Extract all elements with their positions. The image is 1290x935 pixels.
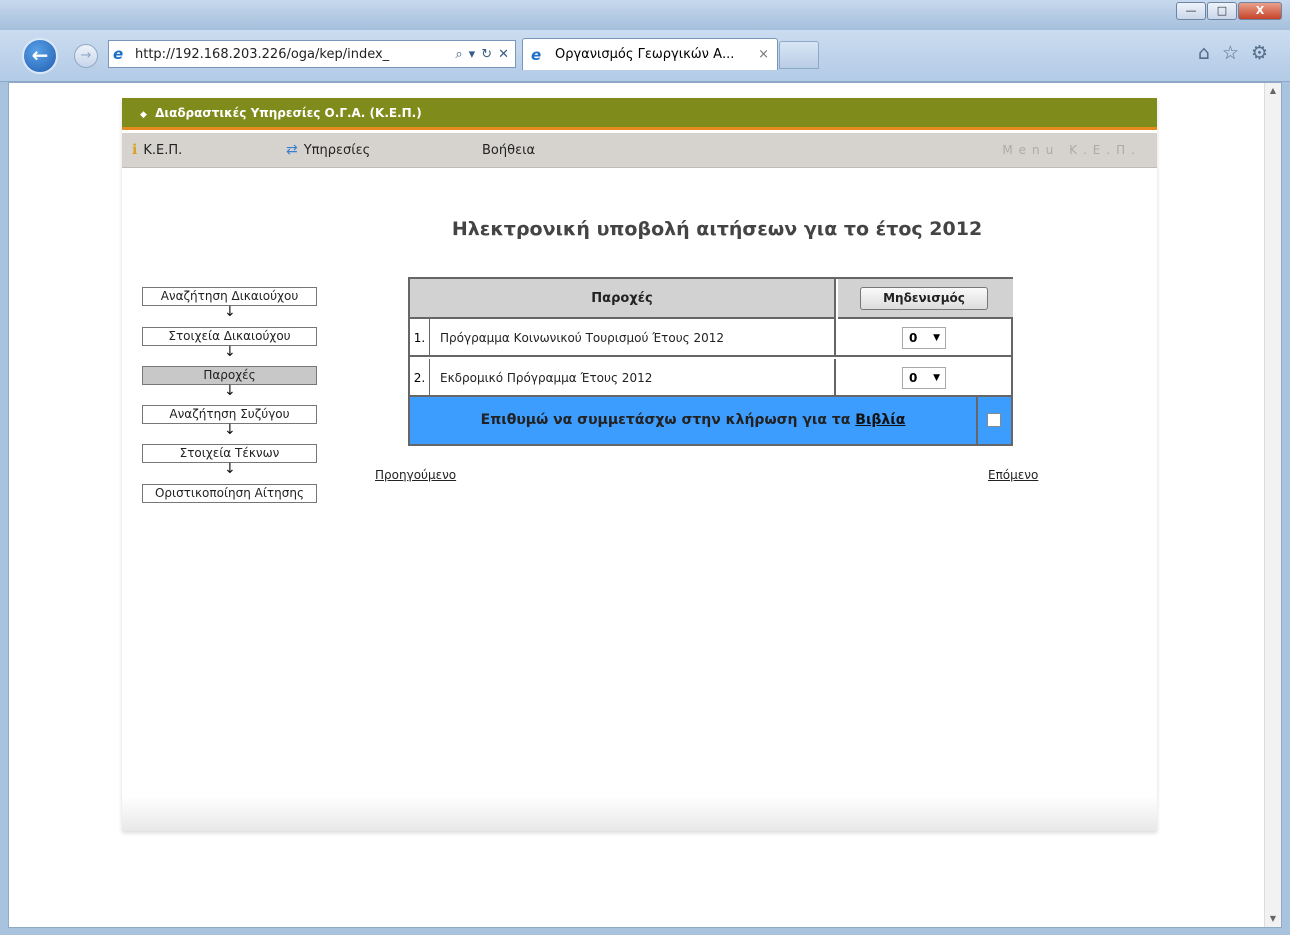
table-row: 1. Πρόγραμμα Κοινωνικού Τουρισμού Έτους … [410, 319, 1011, 357]
menu-item-help[interactable]: Βοήθεια [482, 133, 535, 168]
lottery-checkbox[interactable] [987, 413, 1001, 427]
stop-icon[interactable]: ✕ [498, 47, 509, 62]
previous-link[interactable]: Προηγούμενο [375, 468, 456, 482]
menu-brand: Menu Κ.Ε.Π. [1002, 143, 1141, 157]
row-label: Πρόγραμμα Κοινωνικού Τουρισμού Έτους 201… [440, 331, 725, 345]
benefits-table: Παροχές Μηδενισμός 1. Πρόγραμμα Κοινωνικ… [408, 277, 1013, 446]
new-tab-button[interactable] [779, 41, 819, 69]
menu-label-services: Υπηρεσίες [303, 143, 371, 158]
vertical-scrollbar[interactable]: ▲ ▼ [1264, 83, 1281, 927]
menu-label-kep: Κ.Ε.Π. [143, 143, 183, 158]
lottery-row: Επιθυμώ να συμμετάσχω στην κλήρωση για τ… [410, 397, 1011, 444]
menu-item-kep[interactable]: ℹ Κ.Ε.Π. [132, 133, 182, 168]
header-bullet-icon: ◆ [140, 110, 147, 120]
select-value: 0 [909, 371, 918, 385]
ie-page-icon: e [113, 45, 124, 63]
row-number: 1. [410, 319, 430, 355]
row-select-cell: 0 ▼ [834, 359, 1011, 395]
chevron-down-icon: ▼ [933, 373, 940, 383]
step-arrow-icon: ↓ [224, 383, 236, 399]
table-row: 2. Εκδρομικό Πρόγραμμα Έτους 2012 0 ▼ [410, 359, 1011, 397]
gear-icon[interactable]: ⚙ [1251, 42, 1268, 64]
minimize-button[interactable]: — [1176, 2, 1206, 20]
tab-favicon-icon: e [531, 45, 542, 64]
scroll-up-icon[interactable]: ▲ [1265, 83, 1281, 99]
menu-label-help: Βοήθεια [482, 143, 536, 158]
step-arrow-icon: ↓ [224, 344, 236, 360]
address-actions: ⌕ ▾ ↻ ✕ [455, 47, 515, 62]
services-icon: ⇄ [286, 142, 298, 158]
lottery-check-cell [976, 397, 1011, 444]
chevron-down-icon: ▼ [933, 333, 940, 343]
next-link[interactable]: Επόμενο [988, 468, 1038, 482]
window-titlebar: — □ X [0, 0, 1290, 30]
search-icon[interactable]: ⌕ [455, 47, 462, 62]
page-viewport: ▲ ▼ ◆ Διαδραστικές Υπηρεσίες Ο.Γ.Α. (Κ.Ε… [8, 82, 1282, 928]
address-bar[interactable]: e http://192.168.203.226/oga/kep/index_ … [108, 40, 516, 68]
close-window-button[interactable]: X [1238, 2, 1282, 20]
benefits-column-header: Παροχές [410, 279, 836, 319]
scroll-down-icon[interactable]: ▼ [1265, 911, 1281, 927]
lottery-label: Επιθυμώ να συμμετάσχω στην κλήρωση για τ… [480, 412, 851, 428]
reset-column-header: Μηδενισμός [838, 279, 1013, 319]
window-controls: — □ X [1175, 2, 1282, 20]
row-number: 2. [410, 359, 430, 395]
site-header-title: Διαδραστικές Υπηρεσίες Ο.Γ.Α. (Κ.Ε.Π.) [155, 106, 422, 120]
step-arrow-icon: ↓ [224, 304, 236, 320]
select-value: 0 [909, 331, 918, 345]
favorites-star-icon[interactable]: ☆ [1222, 42, 1239, 64]
step-arrow-icon: ↓ [224, 461, 236, 477]
site-footer-shade [122, 796, 1157, 831]
row-select-cell: 0 ▼ [834, 319, 1011, 355]
page-title: Ηλεκτρονική υποβολή αιτήσεων για το έτος… [451, 218, 983, 240]
row-label: Εκδρομικό Πρόγραμμα Έτους 2012 [440, 371, 653, 385]
tab-close-icon[interactable]: × [758, 47, 777, 62]
site-header: ◆ Διαδραστικές Υπηρεσίες Ο.Γ.Α. (Κ.Ε.Π.) [122, 98, 1157, 130]
forward-button[interactable]: → [74, 44, 98, 68]
refresh-icon[interactable]: ↻ [481, 47, 492, 62]
books-link[interactable]: Βιβλία [855, 412, 905, 428]
compat-view-icon[interactable]: ▾ [469, 47, 476, 62]
reset-button[interactable]: Μηδενισμός [860, 287, 988, 310]
tab-title: Οργανισμός Γεωργικών Α... [555, 47, 735, 62]
menu-item-services[interactable]: ⇄ Υπηρεσίες [286, 133, 370, 168]
quantity-select[interactable]: 0 ▼ [902, 327, 946, 349]
site-container: ◆ Διαδραστικές Υπηρεσίες Ο.Γ.Α. (Κ.Ε.Π.)… [122, 98, 1157, 831]
main-menu: ℹ Κ.Ε.Π. ⇄ Υπηρεσίες Βοήθεια Menu Κ.Ε.Π. [122, 133, 1157, 168]
info-icon: ℹ [132, 142, 138, 158]
lottery-text: Επιθυμώ να συμμετάσχω στην κλήρωση για τ… [410, 397, 976, 444]
address-url[interactable]: http://192.168.203.226/oga/kep/index_ [135, 47, 455, 62]
back-button[interactable]: ← [22, 38, 58, 74]
quantity-select[interactable]: 0 ▼ [902, 367, 946, 389]
home-icon[interactable]: ⌂ [1198, 42, 1210, 64]
maximize-button[interactable]: □ [1207, 2, 1237, 20]
browser-tools: ⌂ ☆ ⚙ [1198, 42, 1268, 64]
step-arrow-icon: ↓ [224, 422, 236, 438]
step-finalize-application[interactable]: Οριστικοποίηση Αίτησης [142, 484, 317, 503]
browser-tab-active[interactable]: e Οργανισμός Γεωργικών Α... × [522, 38, 778, 70]
